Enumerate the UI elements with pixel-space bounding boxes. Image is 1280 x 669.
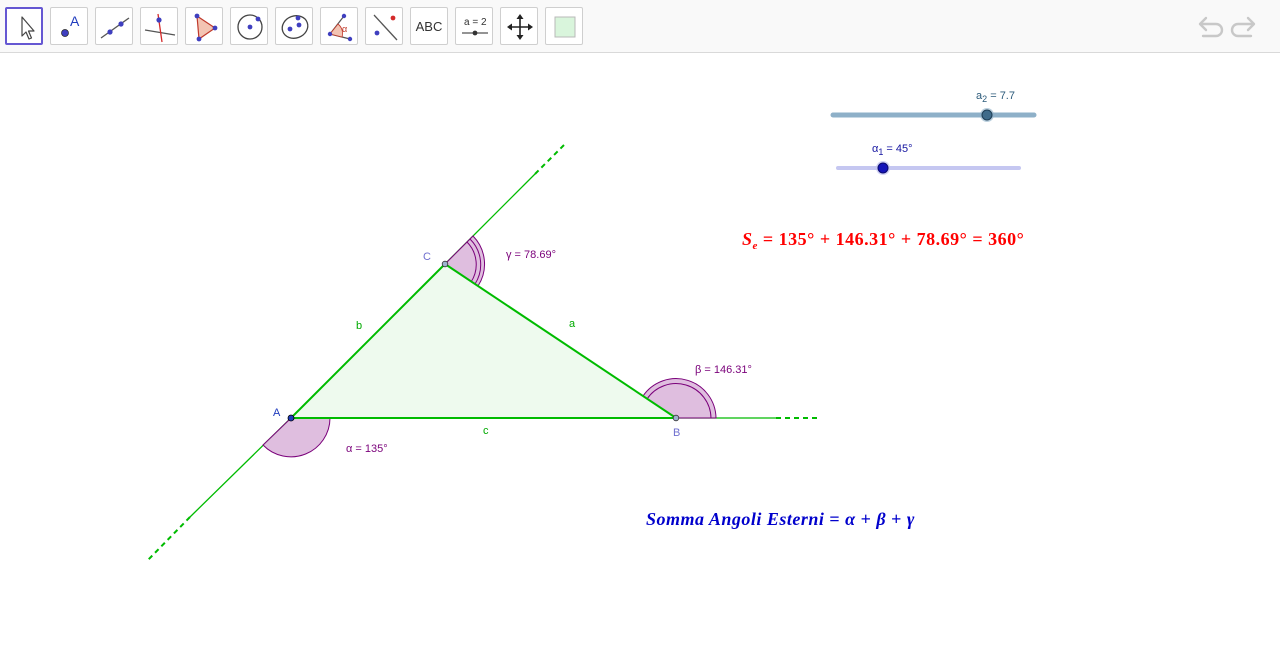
definition-gamma: γ bbox=[906, 509, 915, 529]
slider-a2-eq: = bbox=[987, 90, 1000, 102]
label-point-C: C bbox=[423, 251, 431, 263]
definition-plus-2: + bbox=[886, 509, 907, 529]
slider-alpha1-value: 45° bbox=[895, 143, 913, 155]
angle-tool-label: α bbox=[342, 24, 347, 34]
move-tool-button[interactable] bbox=[5, 7, 43, 45]
circle-tool-button[interactable] bbox=[230, 7, 268, 45]
line-icon bbox=[100, 17, 130, 39]
label-point-A: A bbox=[273, 407, 281, 419]
sum-equals-2: = bbox=[967, 229, 989, 249]
line-tool-button[interactable] bbox=[95, 7, 133, 45]
label-point-B: B bbox=[673, 427, 680, 439]
redo-icon bbox=[1230, 16, 1256, 38]
definition-formula[interactable]: Somma Angoli Esterni = α + β + γ bbox=[646, 509, 915, 530]
angle-icon: α bbox=[327, 13, 353, 42]
label-angle-beta: β = 146.31° bbox=[695, 364, 752, 376]
slider-alpha1-eq: = bbox=[883, 143, 896, 155]
slider-tool-label: a = 2 bbox=[464, 17, 487, 28]
definition-plus-1: + bbox=[855, 509, 877, 529]
move-graphics-tool-button[interactable] bbox=[500, 7, 538, 45]
sum-term-2: 146.31° bbox=[835, 229, 896, 249]
point-A[interactable] bbox=[287, 414, 295, 422]
graphics-view[interactable]: A B C a b c α = 135° β = 146.31° γ = 78.… bbox=[0, 53, 1280, 669]
sum-term-1: 135° bbox=[778, 229, 815, 249]
slider-alpha1-label: α1 = 45° bbox=[872, 143, 913, 157]
label-angle-alpha: α = 135° bbox=[346, 443, 388, 455]
undo-icon bbox=[1198, 16, 1224, 38]
text-tool-label: ABC bbox=[415, 18, 443, 34]
definition-alpha: α bbox=[845, 509, 856, 529]
sum-total: 360° bbox=[988, 229, 1025, 249]
polygon-icon bbox=[194, 13, 218, 42]
slider-a2-value: 7.7 bbox=[999, 90, 1015, 102]
triangle-region[interactable] bbox=[291, 264, 676, 418]
slider-a2-label: a2 = 7.7 bbox=[976, 90, 1015, 104]
circle-icon bbox=[237, 14, 263, 40]
perpendicular-tool-button[interactable] bbox=[140, 7, 178, 45]
label-side-a: a bbox=[569, 318, 576, 330]
definition-equals: = bbox=[824, 509, 846, 529]
ellipse-icon bbox=[281, 15, 309, 39]
point-tool-button[interactable]: A bbox=[50, 7, 88, 45]
dashed-extension-A bbox=[146, 516, 191, 562]
perpendicular-line-icon bbox=[144, 13, 176, 43]
toolbar: A α ABC a = 2 bbox=[0, 0, 1280, 53]
image-icon bbox=[554, 16, 576, 38]
slider-icon: a = 2 bbox=[462, 17, 488, 36]
slider-alpha1-handle[interactable] bbox=[877, 162, 889, 174]
text-tool-button[interactable]: ABC bbox=[410, 7, 448, 45]
sum-plus-2: + bbox=[895, 229, 917, 249]
definition-beta: β bbox=[876, 509, 887, 529]
conic-tool-button[interactable] bbox=[275, 7, 313, 45]
angle-alpha-arc[interactable] bbox=[262, 417, 331, 458]
point-icon: A bbox=[61, 13, 80, 37]
sum-formula[interactable]: Se = 135° + 146.31° + 78.69° = 360° bbox=[742, 229, 1025, 252]
dashed-extension-C bbox=[534, 144, 565, 175]
redo-button[interactable] bbox=[1229, 12, 1261, 40]
definition-lhs: Somma Angoli Esterni bbox=[646, 509, 825, 529]
sum-equals: = bbox=[757, 229, 779, 249]
image-tool-button[interactable] bbox=[545, 7, 583, 45]
sum-plus-1: + bbox=[814, 229, 836, 249]
point-B[interactable] bbox=[672, 414, 680, 422]
reflect-tool-button[interactable] bbox=[365, 7, 403, 45]
sum-symbol: S bbox=[742, 229, 753, 249]
label-side-c: c bbox=[483, 425, 489, 437]
slider-tool-button[interactable]: a = 2 bbox=[455, 7, 493, 45]
polygon-tool-button[interactable] bbox=[185, 7, 223, 45]
slider-a2-handle[interactable] bbox=[981, 109, 993, 121]
sum-term-3: 78.69° bbox=[916, 229, 968, 249]
move-arrows-icon bbox=[507, 14, 533, 40]
sum-subscript: e bbox=[752, 240, 758, 252]
point-C[interactable] bbox=[441, 260, 449, 268]
undo-button[interactable] bbox=[1193, 12, 1225, 40]
label-angle-gamma: γ = 78.69° bbox=[506, 249, 556, 261]
arrow-cursor-icon bbox=[21, 16, 35, 40]
reflect-icon bbox=[373, 14, 398, 41]
label-side-b: b bbox=[356, 320, 362, 332]
point-tool-label: A bbox=[70, 13, 80, 29]
angle-tool-button[interactable]: α bbox=[320, 7, 358, 45]
